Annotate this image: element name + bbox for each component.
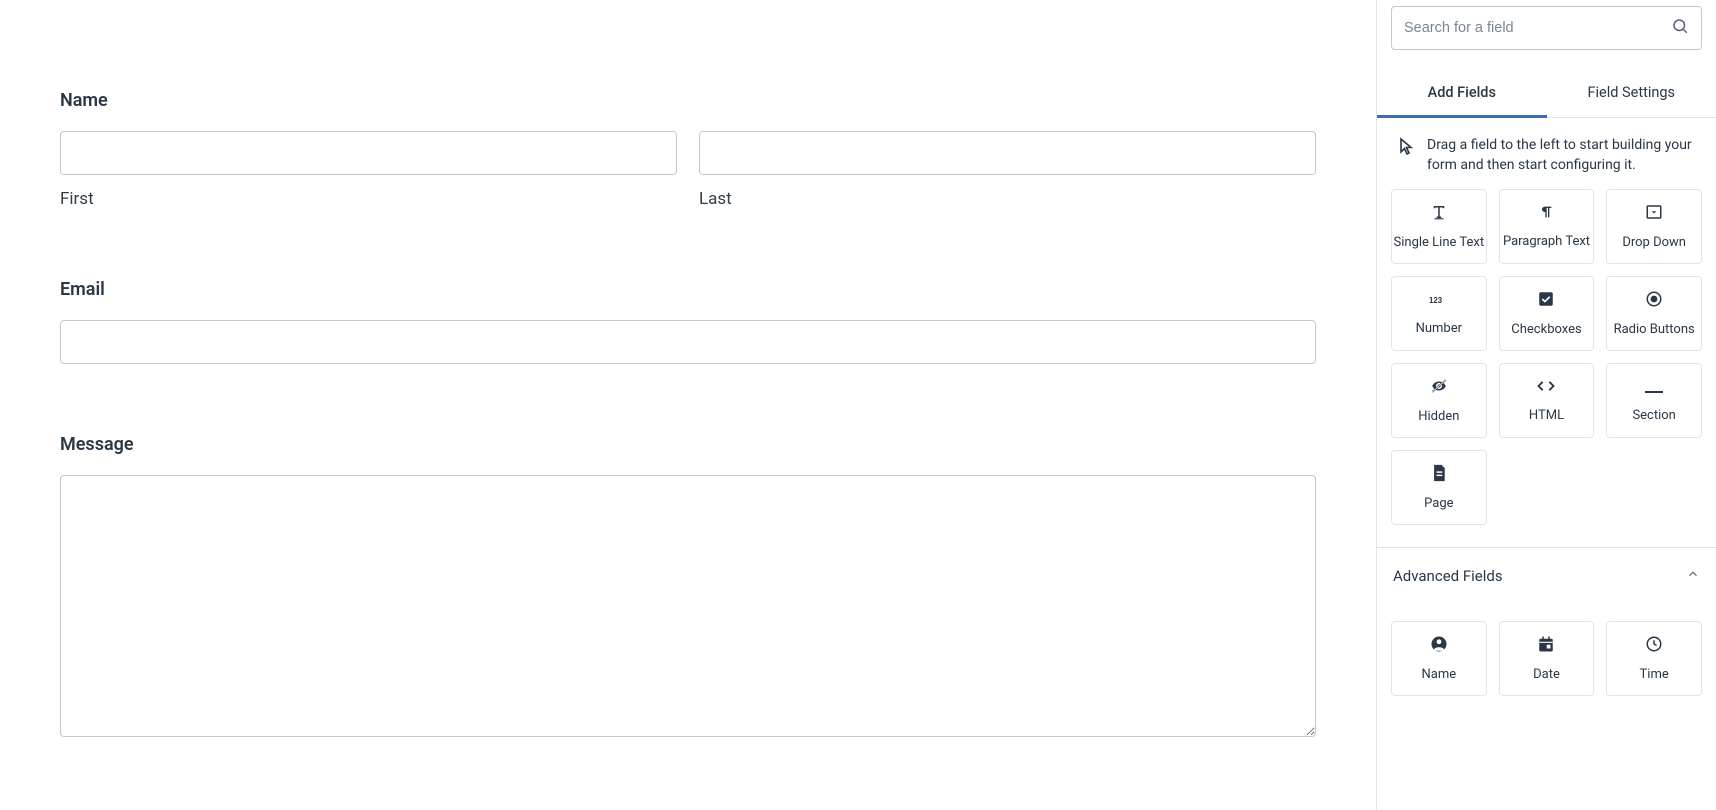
label: Single Line Text bbox=[1394, 235, 1485, 250]
number-icon: 123 bbox=[1429, 292, 1449, 311]
standard-fields-grid: Single Line Text Paragraph Text Drop Dow… bbox=[1377, 189, 1716, 547]
person-icon bbox=[1430, 635, 1448, 657]
cursor-icon bbox=[1399, 137, 1415, 159]
field-name[interactable]: Name bbox=[1391, 621, 1487, 696]
label: Section bbox=[1632, 408, 1675, 423]
calendar-icon bbox=[1537, 635, 1555, 657]
field-checkboxes[interactable]: Checkboxes bbox=[1499, 276, 1595, 351]
label: Hidden bbox=[1418, 409, 1459, 424]
svg-text:123: 123 bbox=[1429, 296, 1443, 305]
message-field-block[interactable]: Message bbox=[60, 434, 1316, 741]
label: Time bbox=[1640, 667, 1669, 682]
text-icon bbox=[1430, 203, 1448, 225]
paragraph-icon bbox=[1538, 204, 1554, 224]
email-field-block[interactable]: Email bbox=[60, 279, 1316, 364]
hidden-icon bbox=[1429, 377, 1449, 399]
field-single-line-text[interactable]: Single Line Text bbox=[1391, 189, 1487, 264]
field-page[interactable]: Page bbox=[1391, 450, 1487, 525]
dropdown-icon bbox=[1645, 203, 1663, 225]
first-name-input[interactable] bbox=[60, 131, 677, 175]
field-time[interactable]: Time bbox=[1606, 621, 1702, 696]
label: Page bbox=[1424, 496, 1453, 511]
email-label: Email bbox=[60, 279, 1316, 300]
page-icon bbox=[1431, 464, 1447, 486]
tab-field-settings[interactable]: Field Settings bbox=[1547, 70, 1716, 118]
email-input[interactable] bbox=[60, 320, 1316, 364]
message-textarea[interactable] bbox=[60, 475, 1316, 737]
message-label: Message bbox=[60, 434, 1316, 455]
advanced-fields-header[interactable]: Advanced Fields bbox=[1377, 547, 1716, 603]
label: Name bbox=[1422, 667, 1457, 682]
instruction-text: Drag a field to the left to start buildi… bbox=[1427, 136, 1700, 175]
checkbox-icon bbox=[1537, 290, 1555, 312]
last-name-input[interactable] bbox=[699, 131, 1316, 175]
field-date[interactable]: Date bbox=[1499, 621, 1595, 696]
name-field-block[interactable]: Name First Last bbox=[60, 90, 1316, 209]
label: Drop Down bbox=[1622, 235, 1686, 250]
sidebar: Add Fields Field Settings Drag a field t… bbox=[1376, 0, 1716, 810]
form-canvas[interactable]: Name First Last Email Message bbox=[0, 0, 1376, 810]
search-input[interactable] bbox=[1404, 20, 1671, 36]
search-field-wrapper[interactable] bbox=[1391, 6, 1702, 50]
label: Paragraph Text bbox=[1503, 234, 1590, 249]
field-drop-down[interactable]: Drop Down bbox=[1606, 189, 1702, 264]
field-html[interactable]: HTML bbox=[1499, 363, 1595, 438]
radio-icon bbox=[1645, 290, 1663, 312]
label: Number bbox=[1416, 321, 1462, 336]
tab-add-fields[interactable]: Add Fields bbox=[1377, 70, 1547, 118]
label: Date bbox=[1533, 667, 1560, 682]
first-sublabel: First bbox=[60, 189, 677, 209]
field-hidden[interactable]: Hidden bbox=[1391, 363, 1487, 438]
advanced-fields-grid: Name Date Time bbox=[1377, 603, 1716, 718]
field-radio-buttons[interactable]: Radio Buttons bbox=[1606, 276, 1702, 351]
instruction-row: Drag a field to the left to start buildi… bbox=[1377, 118, 1716, 189]
field-paragraph-text[interactable]: Paragraph Text bbox=[1499, 189, 1595, 264]
name-label: Name bbox=[60, 90, 1316, 111]
advanced-fields-title: Advanced Fields bbox=[1393, 567, 1503, 585]
last-sublabel: Last bbox=[699, 189, 1316, 209]
code-icon bbox=[1536, 378, 1556, 398]
search-icon bbox=[1671, 17, 1689, 39]
chevron-up-icon bbox=[1686, 566, 1700, 585]
label: Radio Buttons bbox=[1614, 322, 1695, 337]
clock-icon bbox=[1645, 635, 1663, 657]
sidebar-tabs: Add Fields Field Settings bbox=[1377, 70, 1716, 118]
label: Checkboxes bbox=[1511, 322, 1581, 337]
field-number[interactable]: 123 Number bbox=[1391, 276, 1487, 351]
section-icon bbox=[1645, 379, 1663, 398]
label: HTML bbox=[1529, 408, 1564, 423]
field-section[interactable]: Section bbox=[1606, 363, 1702, 438]
